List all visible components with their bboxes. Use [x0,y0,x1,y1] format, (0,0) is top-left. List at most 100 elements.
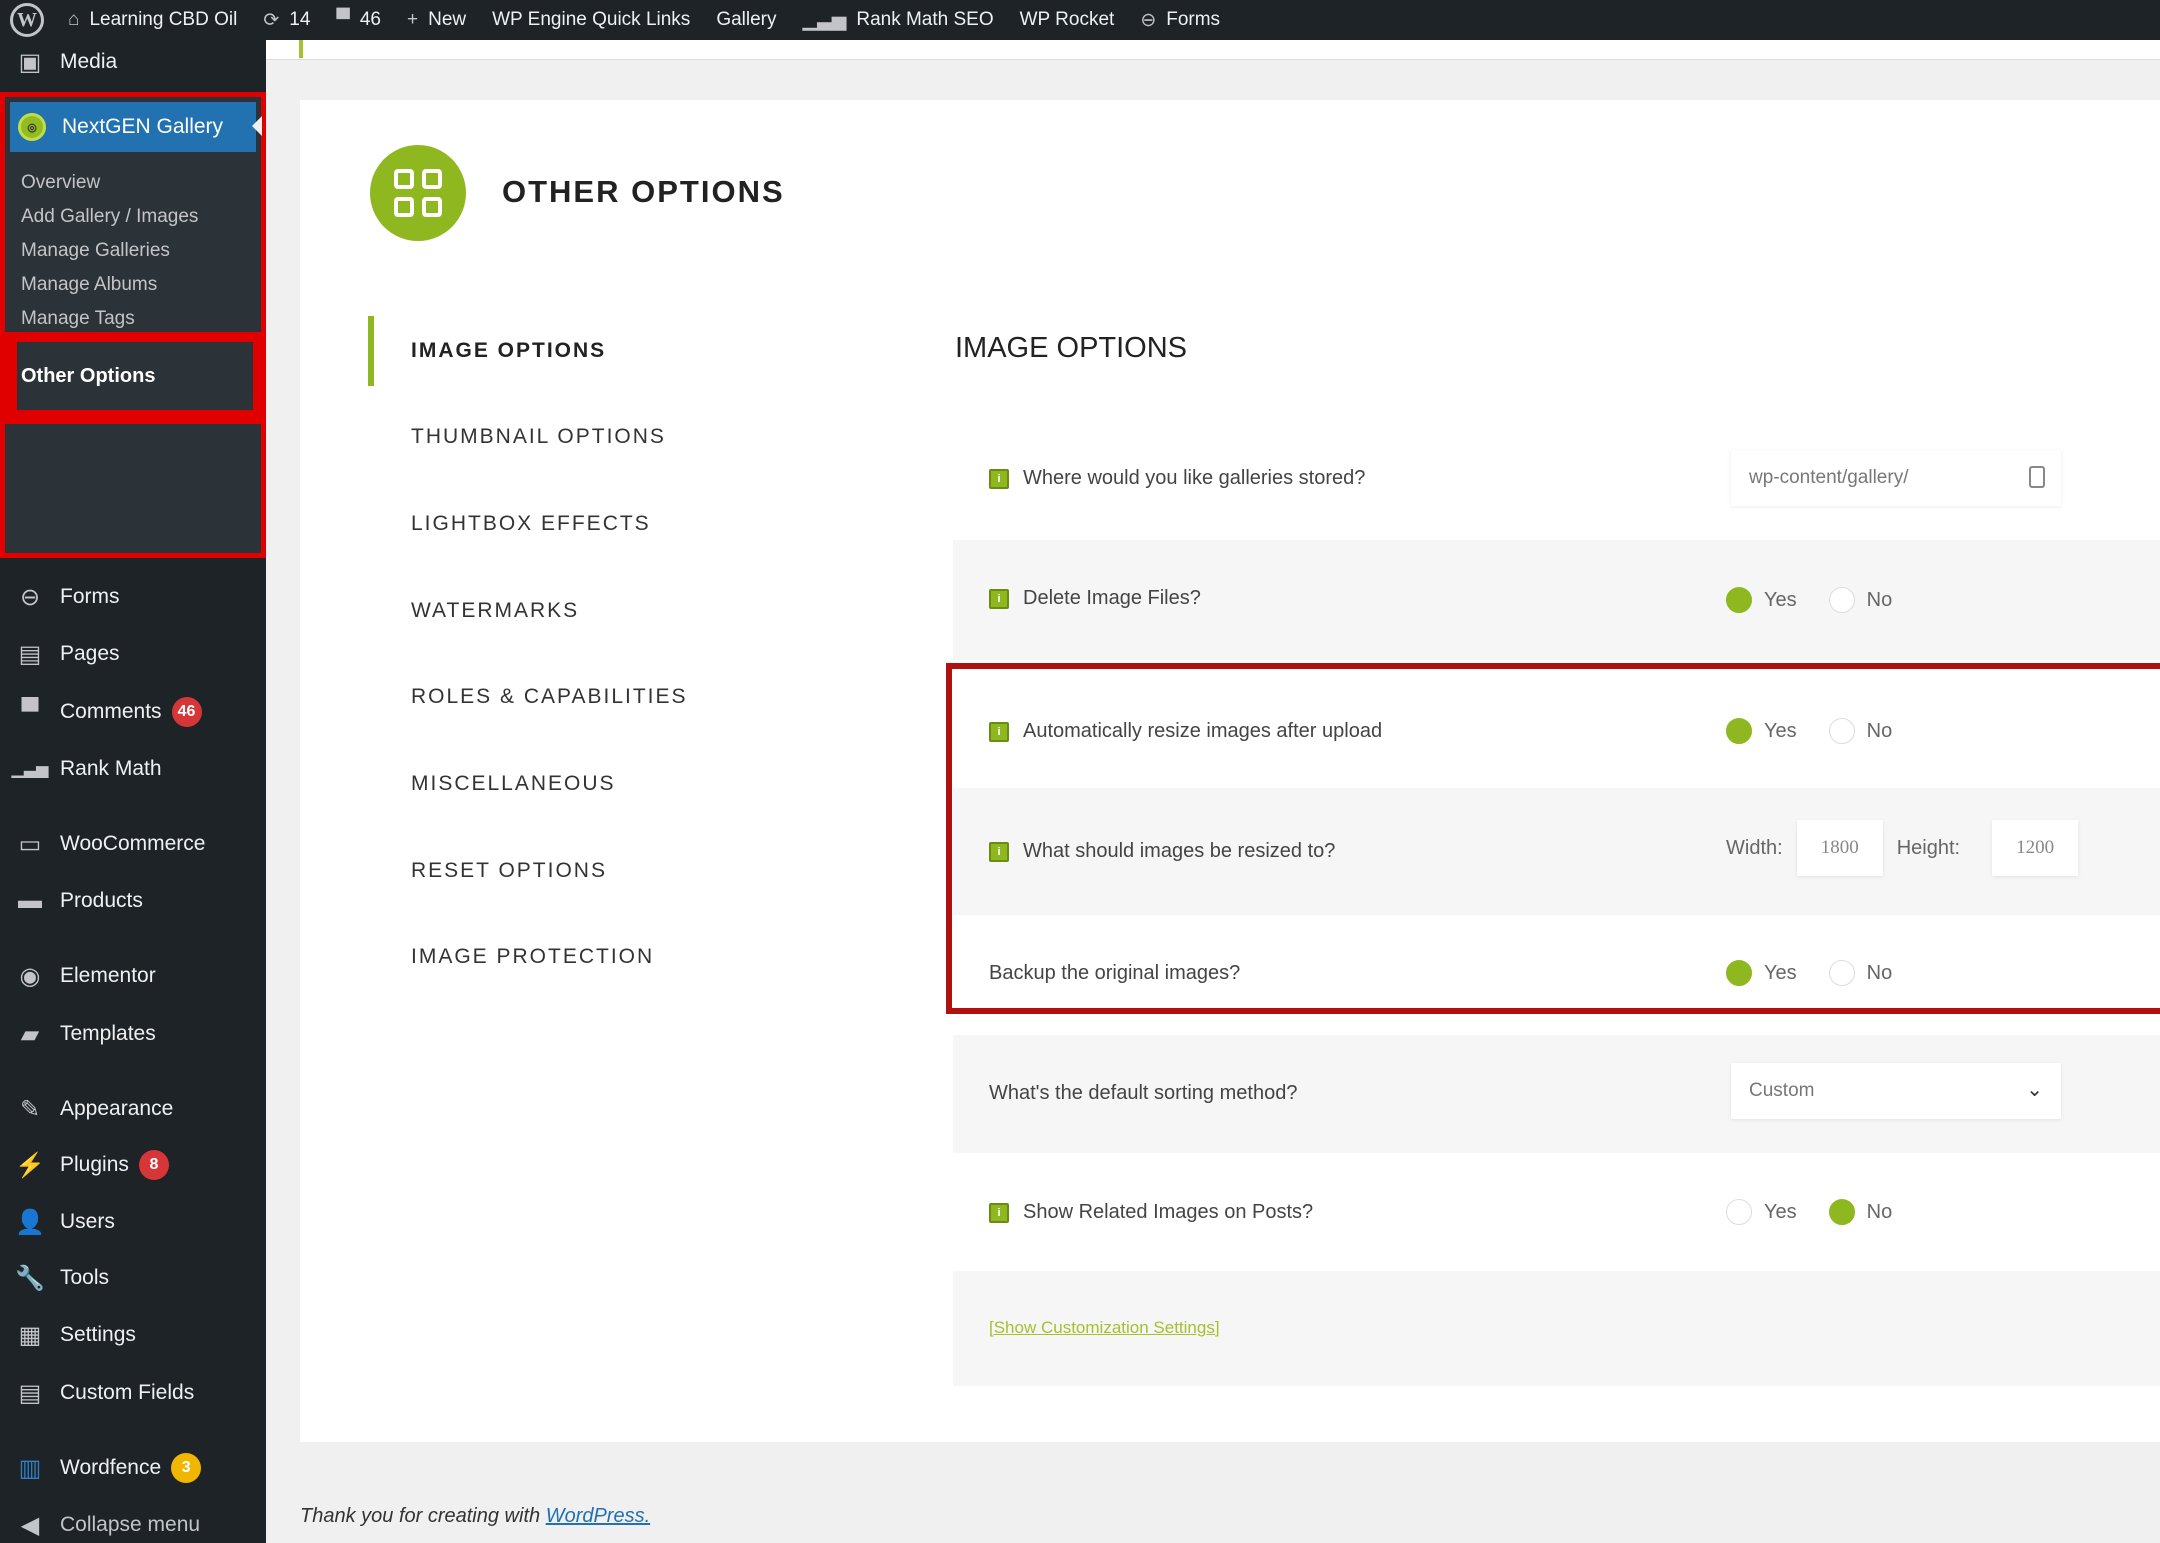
option-label-text: Delete Image Files? [1023,587,1201,609]
option-label-text: What should images be resized to? [1023,840,1336,862]
auto-resize-no-radio[interactable] [1828,718,1855,744]
sidebar-item-elementor[interactable]: ◉ Elementor [0,953,266,999]
submenu-other-options[interactable]: Other Options [17,342,253,410]
site-name-link[interactable]: ⌂ Learning CBD Oil [68,0,237,40]
sidebar-item-label: Custom Fields [60,1381,195,1404]
sidebar-item-forms[interactable]: ⊖ Forms [0,574,266,620]
sidebar-item-wordfence[interactable]: ▥ Wordfence 3 [0,1445,266,1491]
tab-image-options[interactable]: IMAGE OPTIONS [368,316,768,386]
width-label: Width: [1726,836,1783,859]
tab-lightbox-effects[interactable]: LIGHTBOX EFFECTS [368,489,768,559]
height-input[interactable]: 1200 [1992,820,2079,876]
forms-link[interactable]: ⊖ Forms [1140,0,1220,40]
submenu-label: Other Options [21,364,156,387]
submenu-add-gallery[interactable]: Add Gallery / Images [21,206,198,228]
sidebar-item-templates[interactable]: ▰ Templates [0,1011,266,1057]
gallery-link[interactable]: Gallery [716,0,776,40]
sidebar-item-label: Comments [60,700,162,723]
sidebar-item-tools[interactable]: 🔧 Tools [0,1255,266,1301]
wp-engine-link[interactable]: WP Engine Quick Links [492,0,690,40]
forms-icon: ⊖ [19,583,41,611]
updates-link[interactable]: ⟳ 14 [263,0,310,40]
backup-no-radio[interactable] [1828,960,1855,986]
collapse-menu-button[interactable]: ◀ Collapse menu [0,1502,266,1543]
tab-thumbnail-options[interactable]: THUMBNAIL OPTIONS [368,402,768,472]
wp-rocket-link[interactable]: WP Rocket [1020,0,1115,40]
sidebar-item-plugins[interactable]: ⚡ Plugins 8 [0,1142,266,1188]
grid-options-icon [370,145,466,241]
sidebar-item-comments[interactable]: ▀ Comments 46 [0,689,266,735]
sidebar-item-users[interactable]: 👤 Users [0,1199,266,1245]
help-icon[interactable]: i [989,721,1009,742]
related-no-radio[interactable] [1828,1199,1855,1225]
option-row-delete-files: i Delete Image Files? Yes No [953,540,2160,660]
radio-label: No [1866,719,1893,742]
tab-miscellaneous[interactable]: MISCELLANEOUS [368,749,768,819]
nextgen-logo-icon: ◎ [18,113,46,141]
plugins-badge: 8 [138,1150,169,1180]
submenu-hidden-item[interactable] [11,430,259,454]
rank-math-icon: ▁▃▅ [802,9,847,31]
help-icon[interactable]: i [989,1202,1009,1223]
tab-watermarks[interactable]: WATERMARKS [368,576,768,646]
sidebar-item-products[interactable]: ▬ Products [0,878,266,924]
new-content-link[interactable]: + New [407,0,466,40]
option-label-text: Where would you like galleries stored? [1023,467,1366,489]
sidebar-item-label: Appearance [60,1097,174,1120]
delete-files-no-radio[interactable] [1828,587,1855,613]
users-icon: 👤 [15,1208,45,1236]
width-input[interactable]: 1800 [1796,820,1883,876]
show-customization-link[interactable]: [Show Customization Settings] [989,1318,1220,1338]
templates-icon: ▰ [20,1020,40,1048]
help-icon[interactable]: i [989,588,1009,609]
sidebar-item-nextgen-gallery[interactable]: ◎ NextGEN Gallery [10,102,262,152]
option-row-resize-dimensions: i What should images be resized to? Widt… [953,788,2160,915]
wp-rocket-label: WP Rocket [1019,9,1115,30]
wordpress-logo-icon[interactable]: W [10,3,44,37]
submenu-manage-galleries[interactable]: Manage Galleries [21,240,170,262]
collapse-icon: ◀ [20,1511,40,1539]
wordpress-link[interactable]: WordPress. [546,1505,650,1527]
option-control: Yes No [1726,960,1924,986]
section-title: IMAGE OPTIONS [955,332,1188,364]
delete-files-yes-radio[interactable] [1726,587,1752,613]
related-yes-radio[interactable] [1726,1199,1752,1225]
comments-link[interactable]: ▀ 46 [336,0,381,40]
sidebar-item-label: Elementor [60,964,156,987]
submenu-overview[interactable]: Overview [21,172,100,194]
backup-yes-radio[interactable] [1726,960,1752,986]
sidebar-item-appearance[interactable]: ✎ Appearance [0,1086,266,1132]
sidebar-item-pages[interactable]: ▤ Pages [0,631,266,677]
info-icon[interactable] [2029,466,2045,488]
sidebar-item-woocommerce[interactable]: ▭ WooCommerce [0,821,266,867]
radio-label: No [1866,961,1893,984]
settings-icon: ▦ [18,1321,42,1349]
submenu-manage-albums[interactable]: Manage Albums [21,274,157,296]
sidebar-item-custom-fields[interactable]: ▤ Custom Fields [0,1370,266,1416]
option-row-sorting: What's the default sorting method? Custo… [953,1035,2160,1153]
option-control: Width: 1800 Height: 1200 [1726,820,2092,876]
gallery-path-input[interactable]: wp-content/gallery/ [1731,450,2061,506]
option-label-text: Automatically resize images after upload [1023,720,1383,742]
tab-roles-capabilities[interactable]: ROLES & CAPABILITIES [368,662,768,732]
auto-resize-yes-radio[interactable] [1726,718,1752,744]
tab-reset-options[interactable]: RESET OPTIONS [368,836,768,906]
option-control: Yes No [1726,718,1924,744]
submenu-manage-tags[interactable]: Manage Tags [21,308,135,330]
gallery-path-value: wp-content/gallery/ [1749,467,1909,488]
sidebar-item-settings[interactable]: ▦ Settings [0,1312,266,1358]
sorting-select[interactable]: Custom ⌄ [1731,1063,2061,1119]
media-icon: ▣ [18,48,42,76]
sidebar-item-rank-math[interactable]: ▁▃▅ Rank Math [0,746,266,792]
rank-math-seo-link[interactable]: ▁▃▅ Rank Math SEO [803,0,994,40]
help-icon[interactable]: i [989,841,1009,862]
sidebar-item-media[interactable]: ▣ Media [0,40,266,84]
admin-footer: Thank you for creating with WordPress. [300,1505,650,1528]
option-label-text: Backup the original images? [989,962,1241,984]
option-label: i What should images be resized to? [989,840,1335,863]
help-icon[interactable]: i [989,468,1009,489]
option-row-related-images: i Show Related Images on Posts? Yes No [953,1153,2160,1271]
nextgen-menu-group: ◎ NextGEN Gallery Overview Add Gallery /… [0,92,266,558]
tab-image-protection[interactable]: IMAGE PROTECTION [368,922,768,992]
updates-icon: ⟳ [263,9,280,31]
